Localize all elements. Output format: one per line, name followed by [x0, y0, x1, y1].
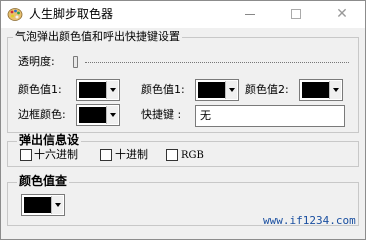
color-query-title: 颜色值查 — [17, 174, 70, 188]
color-query-select[interactable] — [21, 194, 65, 216]
website-link[interactable]: www.if1234.com — [263, 214, 356, 227]
chevron-down-icon[interactable] — [106, 81, 118, 99]
maximize-icon — [291, 9, 301, 19]
chevron-down-icon[interactable] — [225, 81, 237, 99]
decimal-checkbox-label[interactable]: 十进制 — [115, 148, 148, 162]
color-value-2b-select[interactable] — [299, 79, 343, 101]
color-swatch — [79, 82, 107, 98]
rgb-checkbox-label[interactable]: RGB — [181, 149, 204, 163]
color-swatch — [198, 82, 226, 98]
close-button[interactable]: ✕ — [319, 1, 365, 28]
color-value-1-select[interactable] — [76, 79, 120, 101]
hotkey-label: 快捷键 : — [141, 108, 182, 121]
maximize-button[interactable] — [273, 1, 319, 28]
minimize-icon — [245, 14, 255, 15]
transparency-slider-thumb[interactable] — [73, 56, 78, 68]
color-value-2b-label: 颜色值2: — [245, 83, 289, 96]
color-value-2a-select[interactable] — [195, 79, 239, 101]
border-color-label: 边框颜色: — [18, 108, 66, 121]
palette-icon — [7, 8, 23, 21]
rgb-checkbox[interactable] — [166, 149, 178, 161]
minimize-button[interactable] — [227, 1, 273, 28]
hex-checkbox-label[interactable]: 十六进制 — [34, 148, 78, 162]
popup-info-title: 弹出信息设 — [17, 133, 82, 147]
color-swatch — [24, 197, 52, 213]
color-value-1-label: 颜色值1: — [18, 83, 62, 96]
decimal-checkbox[interactable] — [100, 149, 112, 161]
close-icon: ✕ — [336, 6, 348, 22]
chevron-down-icon[interactable] — [329, 81, 341, 99]
title-bar[interactable]: 人生脚步取色器 ✕ — [1, 1, 365, 28]
chevron-down-icon[interactable] — [106, 106, 118, 124]
color-swatch — [302, 82, 330, 98]
color-value-2a-label: 颜色值1: — [141, 83, 185, 96]
window-title: 人生脚步取色器 — [29, 7, 114, 21]
chevron-down-icon[interactable] — [51, 196, 63, 214]
transparency-label: 透明度: — [18, 55, 55, 68]
hotkey-input[interactable]: 无 — [195, 105, 345, 127]
color-picker-window: 人生脚步取色器 ✕ 气泡弹出颜色值和呼出快捷键设置 透明度: 颜色值1: 颜色值… — [0, 0, 366, 240]
transparency-slider-track[interactable] — [85, 62, 349, 64]
color-swatch — [79, 107, 107, 123]
hex-checkbox[interactable] — [20, 149, 32, 161]
bubble-settings-title: 气泡弹出颜色值和呼出快捷键设置 — [13, 30, 182, 44]
border-color-select[interactable] — [76, 104, 120, 126]
